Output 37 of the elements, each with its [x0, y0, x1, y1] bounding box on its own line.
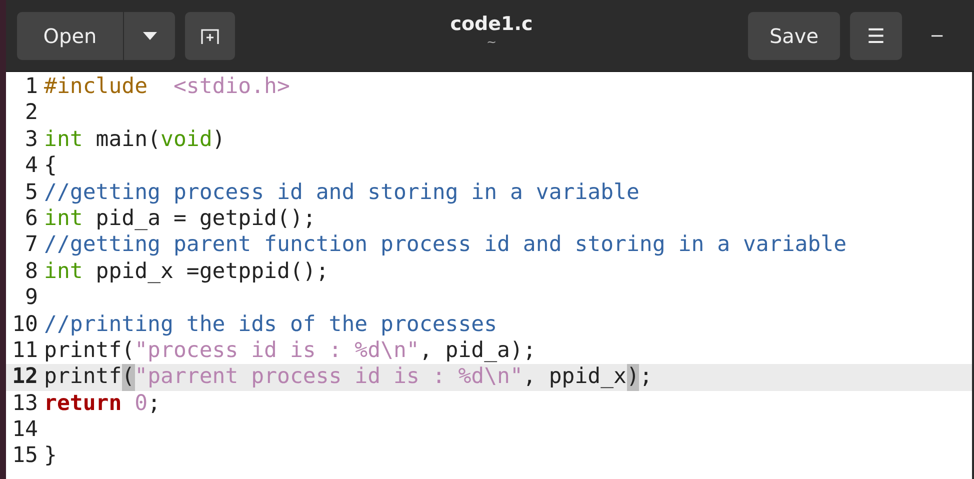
open-button[interactable]: Open — [17, 12, 123, 60]
line-number: 3 — [24, 126, 39, 154]
code-line: printf("parrent process id is : %d\n", ppid_x); — [44, 364, 652, 391]
line-number: 11 — [11, 338, 39, 364]
code-line: int pid_a = getpid(); — [44, 206, 316, 232]
code-line: int ppid_x =getppid(); — [44, 258, 329, 286]
line-number: 13 — [11, 390, 39, 418]
line-number: 4 — [24, 153, 39, 180]
line-number: 2 — [24, 100, 39, 127]
caret-icon — [142, 32, 156, 40]
window-title: code1.c — [450, 12, 533, 34]
line-number: 14 — [11, 417, 39, 444]
code-line: printf("process id is : %d\n", pid_a); — [44, 338, 536, 364]
dropdown-button[interactable] — [123, 12, 175, 60]
code-line: return 0; — [44, 390, 161, 418]
line-number: 7 — [24, 232, 39, 259]
code-line: //getting process id and storing in a variable — [44, 180, 640, 206]
window-subtitle: ~ — [486, 34, 497, 48]
code-line: } — [44, 443, 57, 470]
line-number: 9 — [24, 285, 39, 312]
code-line: //printing the ids of the processes — [44, 312, 498, 338]
line-number: 15 — [11, 443, 39, 470]
line-number: 8 — [24, 258, 39, 286]
new-tab-icon — [200, 26, 220, 44]
line-number: 5 — [24, 180, 39, 206]
line-number: 6 — [24, 206, 39, 232]
code-line: //getting parent function process id and storing in a variable — [44, 232, 847, 259]
line-number: 12 — [11, 364, 39, 391]
new-tab-button[interactable] — [185, 12, 235, 60]
save-button[interactable]: Save — [748, 12, 840, 60]
minimize-button[interactable]: – — [912, 12, 962, 60]
code-line: int main(void) — [44, 126, 226, 154]
line-number: 10 — [11, 312, 39, 338]
menu-button[interactable]: ☰ — [850, 12, 902, 60]
line-number: 1 — [24, 74, 39, 100]
code-line: #include <stdio.h> — [44, 74, 290, 100]
code-line: { — [44, 153, 57, 180]
